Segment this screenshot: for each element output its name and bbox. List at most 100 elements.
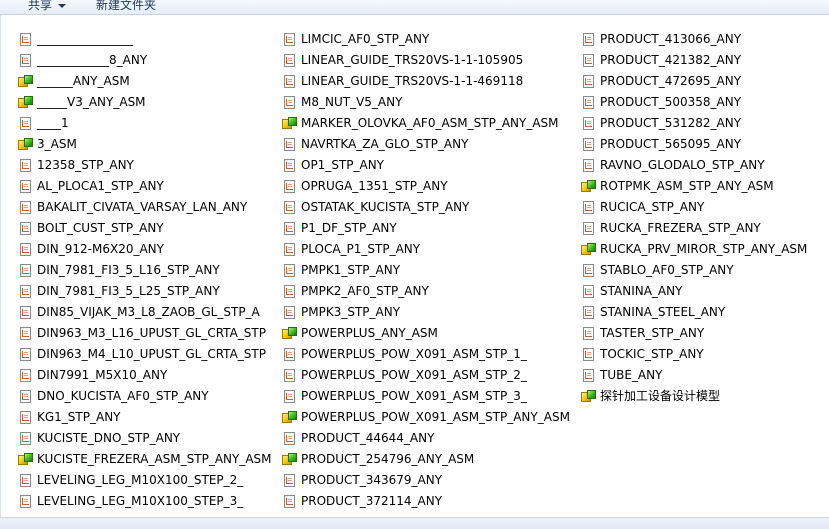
file-item[interactable]: STANINA_ANY: [581, 281, 807, 302]
file-item[interactable]: RUCICA_STP_ANY: [581, 197, 807, 218]
step-file-icon: [581, 305, 597, 321]
file-column-3: PRODUCT_413066_ANY PRODUCT_421382_ANY PROD…: [581, 29, 807, 407]
file-name: LINEAR_GUIDE_TRS20VS-1-1-105905: [301, 53, 524, 67]
file-item[interactable]: STABLO_AF0_STP_ANY: [581, 260, 807, 281]
step-file-icon: [18, 116, 34, 132]
file-item[interactable]: KG1_STP_ANY: [18, 407, 272, 428]
file-item[interactable]: KUCISTE_DNO_STP_ANY: [18, 428, 272, 449]
file-name: PRODUCT_343679_ANY: [301, 473, 443, 487]
file-name: POWERPLUS_POW_X091_ASM_STP_2_: [301, 368, 527, 382]
step-file-icon: [581, 200, 597, 216]
step-file-icon: [282, 368, 298, 384]
file-item[interactable]: DIN_7981_FI3_5_L16_STP_ANY: [18, 260, 272, 281]
file-name: TOCKIC_STP_ANY: [600, 347, 704, 361]
file-name: DIN85_VIJAK_M3_L8_ZAOB_GL_STP_A: [37, 305, 260, 319]
file-item[interactable]: BOLT_CUST_STP_ANY: [18, 218, 272, 239]
file-name: LEVELING_LEG_M10X100_STEP_2_: [37, 473, 244, 487]
file-item[interactable]: PRODUCT_500358_ANY: [581, 92, 807, 113]
file-item[interactable]: POWERPLUS_POW_X091_ASM_STP_2_: [282, 365, 570, 386]
file-item[interactable]: STANINA_STEEL_ANY: [581, 302, 807, 323]
file-item[interactable]: OSTATAK_KUCISTA_STP_ANY: [282, 197, 570, 218]
file-item[interactable]: OPRUGA_1351_STP_ANY: [282, 176, 570, 197]
step-file-icon: [581, 263, 597, 279]
file-item[interactable]: 探针加工设备设计模型: [581, 386, 807, 407]
file-item[interactable]: TASTER_STP_ANY: [581, 323, 807, 344]
file-item[interactable]: RUCKA_PRV_MIROR_STP_ANY_ASM: [581, 239, 807, 260]
file-item[interactable]: LINEAR_GUIDE_TRS20VS-1-1-105905: [282, 50, 570, 71]
file-item[interactable]: DNO_KUCISTA_AF0_STP_ANY: [18, 386, 272, 407]
file-item[interactable]: P1_DF_STP_ANY: [282, 218, 570, 239]
file-item[interactable]: PRODUCT_565095_ANY: [581, 134, 807, 155]
file-name: DIN7991_M5X10_ANY: [37, 368, 168, 382]
file-item[interactable]: PRODUCT_343679_ANY: [282, 470, 570, 491]
file-name: PRODUCT_44644_ANY: [301, 431, 435, 445]
file-item[interactable]: POWERPLUS_POW_X091_ASM_STP_ANY_ASM: [282, 407, 570, 428]
file-item[interactable]: _____V3_ANY_ASM: [18, 92, 272, 113]
file-item[interactable]: DIN_7981_FI3_5_L25_STP_ANY: [18, 281, 272, 302]
file-item[interactable]: 3_ASM: [18, 134, 272, 155]
file-item[interactable]: LIMCIC_AF0_STP_ANY: [282, 29, 570, 50]
file-item[interactable]: PMPK2_AF0_STP_ANY: [282, 281, 570, 302]
assembly-icon: [282, 452, 298, 468]
step-file-icon: [282, 347, 298, 363]
file-item[interactable]: AL_PLOCA1_STP_ANY: [18, 176, 272, 197]
file-item[interactable]: LEVELING_LEG_M10X100_STEP_3_: [18, 491, 272, 512]
file-item[interactable]: TOCKIC_STP_ANY: [581, 344, 807, 365]
file-name: OPRUGA_1351_STP_ANY: [301, 179, 448, 193]
file-item[interactable]: PRODUCT_413066_ANY: [581, 29, 807, 50]
step-file-icon: [282, 494, 298, 510]
file-item[interactable]: PMPK3_STP_ANY: [282, 302, 570, 323]
file-name: POWERPLUS_POW_X091_ASM_STP_3_: [301, 389, 527, 403]
step-file-icon: [581, 32, 597, 48]
chevron-down-icon: [58, 3, 67, 8]
file-item[interactable]: PRODUCT_372114_ANY: [282, 491, 570, 512]
file-item[interactable]: KUCISTE_FREZERA_ASM_STP_ANY_ASM: [18, 449, 272, 470]
assembly-icon: [18, 74, 34, 90]
step-file-icon: [282, 431, 298, 447]
file-item[interactable]: ROTPMK_ASM_STP_ANY_ASM: [581, 176, 807, 197]
file-item[interactable]: LEVELING_LEG_M10X100_STEP_2_: [18, 470, 272, 491]
step-file-icon: [282, 74, 298, 90]
file-item[interactable]: PLOCA_P1_STP_ANY: [282, 239, 570, 260]
file-item[interactable]: DIN963_M4_L10_UPUST_GL_CRTA_STP: [18, 344, 272, 365]
file-item[interactable]: POWERPLUS_POW_X091_ASM_STP_3_: [282, 386, 570, 407]
step-file-icon: [581, 326, 597, 342]
file-item[interactable]: BAKALIT_CIVATA_VARSAY_LAN_ANY: [18, 197, 272, 218]
file-item[interactable]: ____________8_ANY: [18, 50, 272, 71]
file-item[interactable]: ______ANY_ASM: [18, 71, 272, 92]
file-item[interactable]: RUCKA_FREZERA_STP_ANY: [581, 218, 807, 239]
file-item[interactable]: PRODUCT_421382_ANY: [581, 50, 807, 71]
file-item[interactable]: DIN85_VIJAK_M3_L8_ZAOB_GL_STP_A: [18, 302, 272, 323]
step-file-icon: [18, 305, 34, 321]
file-item[interactable]: PRODUCT_44644_ANY: [282, 428, 570, 449]
file-item[interactable]: DIN963_M3_L16_UPUST_GL_CRTA_STP: [18, 323, 272, 344]
file-item[interactable]: 12358_STP_ANY: [18, 155, 272, 176]
file-item[interactable]: OP1_STP_ANY: [282, 155, 570, 176]
file-item[interactable]: POWERPLUS_POW_X091_ASM_STP_1_: [282, 344, 570, 365]
file-item[interactable]: ____1: [18, 113, 272, 134]
step-file-icon: [282, 32, 298, 48]
step-file-icon: [282, 473, 298, 489]
step-file-icon: [581, 284, 597, 300]
file-item[interactable]: PMPK1_STP_ANY: [282, 260, 570, 281]
file-item[interactable]: DIN7991_M5X10_ANY: [18, 365, 272, 386]
step-file-icon: [18, 200, 34, 216]
file-item[interactable]: ________________: [18, 29, 272, 50]
file-item[interactable]: PRODUCT_472695_ANY: [581, 71, 807, 92]
new-folder-button[interactable]: 新建文件夹: [96, 0, 156, 14]
file-name: DIN_7981_FI3_5_L16_STP_ANY: [37, 263, 220, 277]
file-name: PMPK1_STP_ANY: [301, 263, 401, 277]
file-list-pane[interactable]: ________________ ____________8_ANY ______A…: [0, 15, 829, 517]
file-item[interactable]: M8_NUT_V5_ANY: [282, 92, 570, 113]
file-item[interactable]: DIN_912-M6X20_ANY: [18, 239, 272, 260]
file-name: TUBE_ANY: [600, 368, 663, 382]
file-item[interactable]: TUBE_ANY: [581, 365, 807, 386]
file-item[interactable]: RAVNO_GLODALO_STP_ANY: [581, 155, 807, 176]
file-item[interactable]: PRODUCT_531282_ANY: [581, 113, 807, 134]
share-menu-button[interactable]: 共享: [28, 0, 67, 14]
file-item[interactable]: LINEAR_GUIDE_TRS20VS-1-1-469118: [282, 71, 570, 92]
file-item[interactable]: NAVRTKA_ZA_GLO_STP_ANY: [282, 134, 570, 155]
file-item[interactable]: MARKER_OLOVKA_AF0_ASM_STP_ANY_ASM: [282, 113, 570, 134]
file-item[interactable]: POWERPLUS_ANY_ASM: [282, 323, 570, 344]
file-item[interactable]: PRODUCT_254796_ANY_ASM: [282, 449, 570, 470]
